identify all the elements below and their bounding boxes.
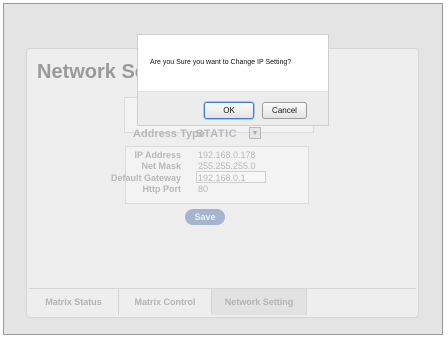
net-mask-label: Net Mask: [141, 161, 181, 171]
ip-address-label: IP Address: [134, 150, 181, 160]
http-port-label: Http Port: [142, 184, 182, 194]
ip-address-field[interactable]: 192.168.0.178: [198, 150, 256, 160]
tab-matrix-control[interactable]: Matrix Control: [119, 289, 211, 315]
tab-bar: Matrix Status Matrix Control Network Set…: [29, 288, 416, 315]
address-type-label: Address Type: [133, 128, 205, 140]
address-type-select[interactable]: STATIC: [196, 128, 237, 140]
cancel-button[interactable]: Cancel: [262, 102, 307, 119]
dialog-message: Are you Sure you want to Change IP Setti…: [150, 59, 292, 66]
chevron-down-icon[interactable]: ▼: [249, 127, 261, 139]
default-gateway-label: Default Gateway: [110, 173, 181, 183]
default-gateway-field[interactable]: 192.168.0.1: [198, 173, 246, 183]
tab-network-setting[interactable]: Network Setting: [211, 289, 307, 315]
ok-button[interactable]: OK: [204, 102, 254, 119]
tab-matrix-status[interactable]: Matrix Status: [29, 289, 119, 315]
confirm-dialog: Are you Sure you want to Change IP Setti…: [137, 34, 329, 126]
net-mask-field[interactable]: 255.255.255.0: [198, 161, 256, 171]
save-button[interactable]: Save: [185, 209, 225, 225]
http-port-field[interactable]: 80: [198, 184, 208, 194]
app-window: Network Sett Address Type STATIC ▼ IP Ad…: [3, 3, 443, 335]
